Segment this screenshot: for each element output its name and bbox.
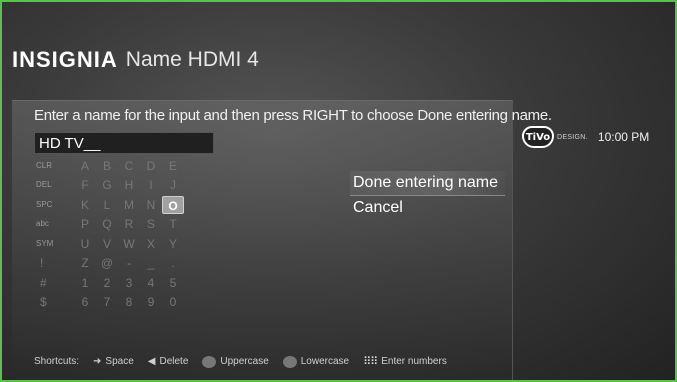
design-label: DESIGN. (557, 133, 588, 141)
key-char[interactable]: Z (74, 254, 96, 272)
key-char[interactable]: V (96, 235, 118, 253)
shortcut-label: Lowercase (300, 356, 350, 367)
key-char[interactable]: M (118, 196, 140, 214)
key-char[interactable]: R (118, 215, 140, 233)
key-del[interactable]: DEL (34, 176, 74, 194)
key-char[interactable]: S (140, 215, 162, 233)
clock: 10:00 PM (597, 130, 650, 144)
keyboard-row: SPC K L M N O (34, 195, 184, 215)
key-char[interactable]: H (118, 176, 140, 194)
key-char[interactable]: W (118, 235, 140, 253)
shortcut-delete: ◀ Delete (148, 356, 189, 367)
key-char[interactable]: A (74, 157, 96, 175)
tivo-logo: TiVo (522, 126, 554, 148)
key-char[interactable]: 2 (96, 274, 118, 292)
thumbs-down-icon (202, 355, 217, 368)
right-arrow-icon: ➜ (93, 356, 102, 367)
key-char[interactable]: 8 (118, 293, 140, 311)
key-char[interactable]: E (162, 157, 184, 175)
key-abc[interactable]: abc (34, 215, 74, 233)
key-char[interactable]: F (74, 176, 96, 194)
page-title: Name HDMI 4 (125, 48, 259, 71)
shortcut-label: Uppercase (220, 356, 269, 367)
key-sym[interactable]: SYM (34, 235, 74, 253)
header: INSIGNIA Name HDMI 4 (12, 40, 259, 80)
name-input[interactable]: HD TV__ (34, 132, 214, 154)
key-char[interactable]: I (140, 176, 162, 194)
key-char[interactable]: 1 (74, 274, 96, 292)
shortcut-label: Enter numbers (381, 356, 447, 367)
key-selected[interactable]: O (162, 195, 184, 214)
tv-screen: INSIGNIA Name HDMI 4 Enter a name for th… (0, 0, 677, 382)
key-char[interactable]: X (140, 235, 162, 253)
key-symbol[interactable]: # (34, 274, 74, 292)
shortcuts-label: Shortcuts: (34, 356, 80, 367)
keyboard-row: SYM U V W X Y (34, 234, 184, 254)
key-char[interactable]: - (118, 254, 140, 272)
key-char[interactable]: B (96, 157, 118, 175)
shortcut-label: Space (105, 356, 134, 367)
key-symbol[interactable]: $ (34, 293, 74, 311)
shortcut-space: ➜ Space (93, 356, 134, 367)
shortcut-uppercase: Uppercase (202, 355, 269, 368)
instruction-text: Enter a name for the input and then pres… (34, 107, 552, 124)
keyboard-row: ! Z @ - _. (34, 254, 184, 274)
shortcut-lowercase: Lowercase (282, 355, 350, 368)
keyboard-row: DEL F G H I J (34, 176, 184, 196)
key-char[interactable]: @ (96, 254, 118, 272)
key-char[interactable]: C (118, 157, 140, 175)
key-char[interactable]: 4 (140, 274, 162, 292)
shortcut-label: Delete (159, 356, 189, 367)
keyboard-row: CLR A B C D E (34, 156, 184, 176)
key-char[interactable]: J (162, 176, 184, 194)
shortcut-numbers: ⠿⠿ Enter numbers (363, 355, 447, 368)
brand-logo: INSIGNIA (12, 47, 118, 72)
key-char[interactable]: . (162, 254, 184, 272)
keyboard-row: #1 2 3 4 5 (34, 273, 184, 293)
key-char[interactable]: 0 (162, 293, 184, 311)
key-char[interactable]: L (96, 196, 118, 214)
name-entry-panel: Enter a name for the input and then pres… (12, 100, 552, 380)
key-symbol[interactable]: ! (34, 254, 74, 272)
on-screen-keyboard: CLR A B C D E DEL F G H I J SPC K L M N Oabc P Q R S T SYM U V W X Y… (34, 156, 184, 312)
thumbs-up-icon (282, 355, 297, 368)
keyboard-row: $6 7 8 9 0 (34, 293, 184, 313)
key-char[interactable]: 9 (140, 293, 162, 311)
keyboard-row: abc P Q R S T (34, 215, 184, 235)
left-arrow-icon: ◀ (147, 356, 156, 367)
key-char[interactable]: Y (162, 235, 184, 253)
key-char[interactable]: D (140, 157, 162, 175)
status-area: TiVo DESIGN. 10:00 PM (522, 126, 649, 148)
key-char[interactable]: Q (96, 215, 118, 233)
key-char[interactable]: N (140, 196, 162, 214)
key-spc[interactable]: SPC (34, 196, 74, 214)
action-menu: Done entering name Cancel (350, 171, 505, 220)
key-char[interactable]: T (162, 215, 184, 233)
key-char[interactable]: G (96, 176, 118, 194)
cancel-button[interactable]: Cancel (350, 196, 505, 220)
done-entering-name-button[interactable]: Done entering name (350, 171, 505, 196)
key-char[interactable]: U (74, 235, 96, 253)
key-char[interactable]: 3 (118, 274, 140, 292)
key-char[interactable]: 5 (162, 274, 184, 292)
key-char[interactable]: P (74, 215, 96, 233)
shortcuts-bar: Shortcuts: ➜ Space ◀ Delete Uppercase Lo… (34, 355, 461, 368)
key-clr[interactable]: CLR (34, 157, 74, 175)
key-char[interactable]: 6 (74, 293, 96, 311)
key-char[interactable]: K (74, 196, 96, 214)
key-char[interactable]: _ (140, 254, 162, 272)
keypad-icon: ⠿⠿ (363, 356, 378, 368)
key-char[interactable]: 7 (96, 293, 118, 311)
